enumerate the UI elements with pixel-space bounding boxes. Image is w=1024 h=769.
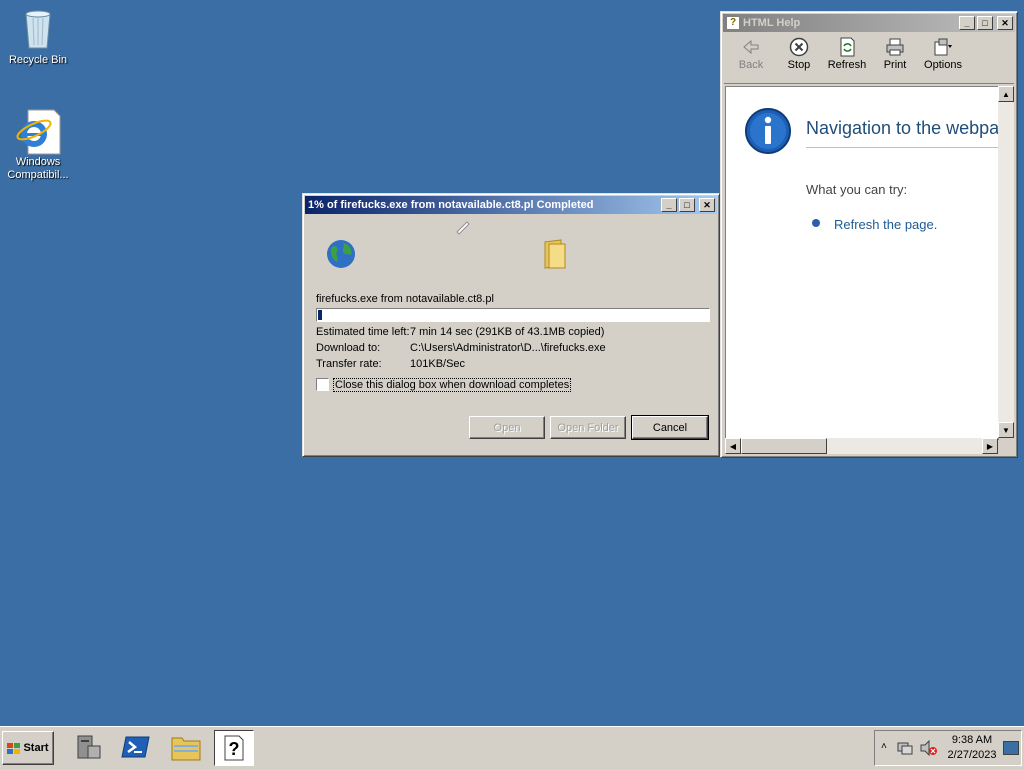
flying-paper-icon xyxy=(455,220,471,239)
toolbar-stop-button[interactable]: Stop xyxy=(777,37,821,71)
estimated-time-label: Estimated time left: xyxy=(316,326,410,338)
help-content-pane: Navigation to the webpa What you can try… xyxy=(725,86,999,440)
stop-icon xyxy=(789,37,809,57)
toolbar-options-button[interactable]: Options xyxy=(921,37,965,71)
toolbar-refresh-label: Refresh xyxy=(827,59,867,71)
printer-icon xyxy=(885,37,905,57)
globe-icon xyxy=(325,238,357,273)
toolbar-print-label: Print xyxy=(883,59,907,71)
start-button[interactable]: Start xyxy=(2,731,54,765)
help-window-icon: ? xyxy=(726,16,740,30)
scroll-right-button[interactable]: ▶ xyxy=(982,438,998,454)
clock-time: 9:38 AM xyxy=(951,734,993,746)
close-button[interactable]: ✕ xyxy=(699,198,715,212)
help-toolbar: Back Stop Refresh Print Options xyxy=(724,35,1014,84)
folder-icon xyxy=(171,737,201,761)
desktop-icon-windows-compatibility[interactable]: Windows Compatibil... xyxy=(0,108,76,182)
html-help-window: ? HTML Help _ □ ✕ Back Stop Refresh Prin… xyxy=(720,11,1018,458)
show-desktop-button[interactable] xyxy=(1003,741,1019,755)
minimize-button[interactable]: _ xyxy=(661,198,677,212)
clock[interactable]: 9:38 AM 2/27/2023 xyxy=(947,733,997,763)
download-progress-bar xyxy=(316,308,710,322)
refresh-icon xyxy=(837,37,857,57)
help-icon: ? xyxy=(224,735,244,761)
download-titlebar[interactable]: 1% of firefucks.exe from notavailable.ct… xyxy=(305,196,717,214)
taskbar: Start ? ˄ 9:38 AM 2/27/2023 xyxy=(0,726,1024,769)
close-button[interactable]: ✕ xyxy=(997,16,1013,30)
show-hidden-icons-button[interactable]: ˄ xyxy=(881,741,887,752)
try-label: What you can try: xyxy=(806,182,908,197)
estimated-time-value: 7 min 14 sec (291KB of 43.1MB copied) xyxy=(410,326,605,338)
network-icon[interactable] xyxy=(897,740,913,756)
taskbar-server-manager[interactable] xyxy=(68,730,106,764)
toolbar-refresh-button[interactable]: Refresh xyxy=(825,37,869,71)
desktop-icon-recycle-bin[interactable]: Recycle Bin xyxy=(0,6,76,66)
desktop-icon-label: Recycle Bin xyxy=(8,54,68,66)
refresh-page-link[interactable]: Refresh the page. xyxy=(834,217,937,232)
scroll-down-button[interactable]: ▼ xyxy=(998,422,1014,438)
speaker-muted-icon[interactable] xyxy=(920,740,938,756)
recycle-bin-icon xyxy=(18,6,58,50)
clock-date: 2/27/2023 xyxy=(947,749,997,761)
windows-logo-icon xyxy=(7,742,21,754)
download-to-value: C:\Users\Administrator\D...\firefucks.ex… xyxy=(410,342,606,354)
notification-area: ˄ 9:38 AM 2/27/2023 xyxy=(874,730,1022,766)
desktop-icon-label: Windows Compatibil... xyxy=(7,156,69,181)
bullet-icon xyxy=(812,219,820,227)
error-divider xyxy=(806,147,998,148)
toolbar-back-label: Back xyxy=(738,59,764,71)
close-when-complete-label[interactable]: Close this dialog box when download comp… xyxy=(333,378,572,392)
transfer-rate-value: 101KB/Sec xyxy=(410,358,466,370)
toolbar-print-button[interactable]: Print xyxy=(873,37,917,71)
vertical-scrollbar[interactable]: ▲ ▼ xyxy=(998,86,1014,438)
horizontal-scroll-thumb[interactable] xyxy=(741,438,827,454)
scroll-up-button[interactable]: ▲ xyxy=(998,86,1014,102)
back-arrow-icon xyxy=(741,37,761,57)
info-icon xyxy=(744,107,792,158)
maximize-button[interactable]: □ xyxy=(679,198,695,212)
download-file-label: firefucks.exe from notavailable.ct8.pl xyxy=(316,293,494,305)
error-heading: Navigation to the webpa xyxy=(806,118,999,138)
folder-icon xyxy=(541,238,569,273)
open-button[interactable]: Open xyxy=(469,416,545,439)
download-dialog-title: 1% of firefucks.exe from notavailable.ct… xyxy=(308,199,594,211)
scroll-left-button[interactable]: ◀ xyxy=(725,438,741,454)
server-manager-icon xyxy=(77,735,101,759)
transfer-rate-label: Transfer rate: xyxy=(316,358,382,370)
toolbar-back-button[interactable]: Back xyxy=(729,37,773,71)
open-folder-button[interactable]: Open Folder xyxy=(550,416,626,439)
internet-explorer-icon xyxy=(16,108,61,155)
horizontal-scrollbar[interactable]: ◀ ▶ xyxy=(725,438,998,454)
svg-text:?: ? xyxy=(229,739,240,759)
help-window-title: HTML Help xyxy=(743,17,801,29)
powershell-icon xyxy=(121,736,150,758)
toolbar-stop-label: Stop xyxy=(787,59,811,71)
taskbar-file-explorer[interactable] xyxy=(167,730,205,764)
options-icon xyxy=(933,37,953,57)
download-progress-dialog: 1% of firefucks.exe from notavailable.ct… xyxy=(302,193,720,457)
download-to-label: Download to: xyxy=(316,342,381,354)
close-when-complete-checkbox[interactable] xyxy=(316,378,329,391)
start-label: Start xyxy=(23,742,49,754)
taskbar-html-help[interactable]: ? xyxy=(214,730,254,766)
taskbar-powershell[interactable] xyxy=(117,730,155,764)
minimize-button[interactable]: _ xyxy=(959,16,975,30)
maximize-button[interactable]: □ xyxy=(977,16,993,30)
toolbar-options-label: Options xyxy=(924,59,962,71)
cancel-button[interactable]: Cancel xyxy=(631,415,709,440)
download-progress-fill xyxy=(318,310,322,320)
help-titlebar[interactable]: ? HTML Help _ □ ✕ xyxy=(723,14,1015,32)
